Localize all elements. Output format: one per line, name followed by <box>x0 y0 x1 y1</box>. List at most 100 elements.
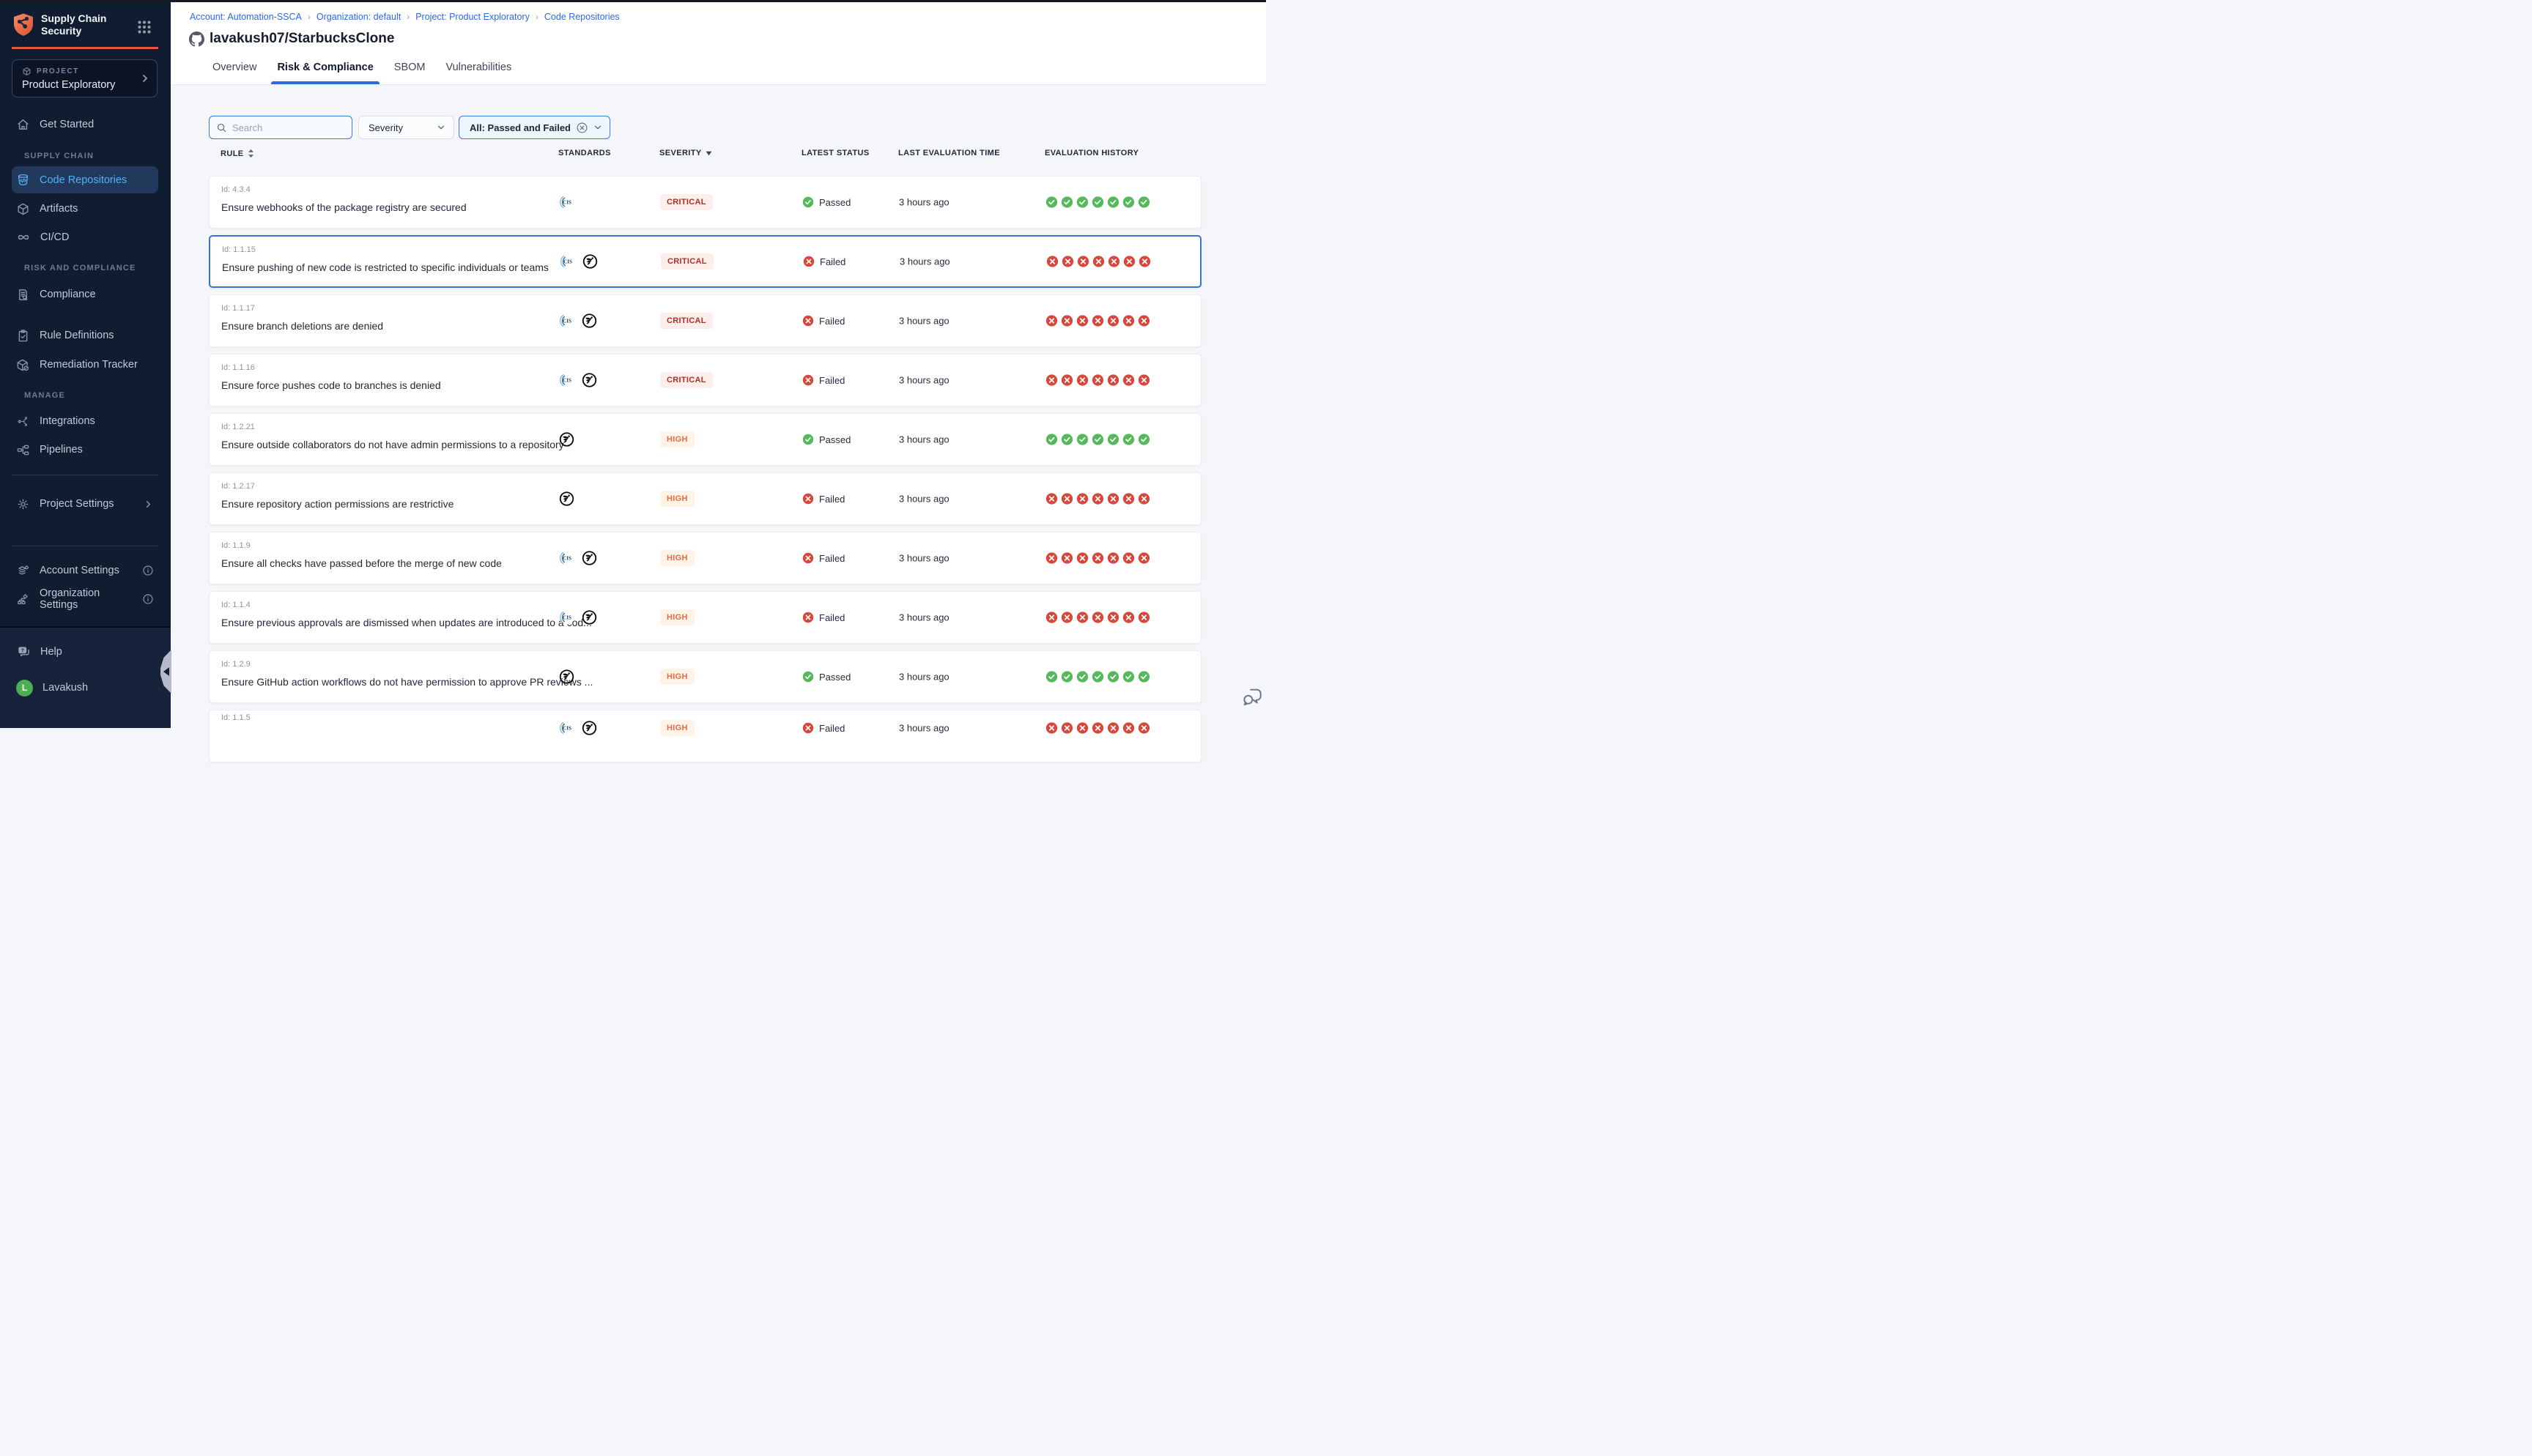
table-row[interactable]: Id: 1.1.5 CIS HIGH Failed 3 hours ago <box>209 710 1202 762</box>
table-row[interactable]: Id: 1.1.15 Ensure pushing of new code is… <box>209 235 1202 288</box>
status-label: Passed <box>819 197 851 208</box>
sidebar-user[interactable]: L Lavakush <box>12 675 158 700</box>
rule-cell: Id: 1.1.15 Ensure pushing of new code is… <box>222 245 549 273</box>
rule-id: Id: 1.2.17 <box>221 482 454 491</box>
tab-sbom[interactable]: SBOM <box>393 62 427 84</box>
sidebar-section-risk-and-compliance: RISK AND COMPLIANCE <box>24 264 136 272</box>
failed-x-icon <box>1076 612 1089 624</box>
passed-check-icon <box>1061 434 1073 446</box>
sidebar-item-integrations[interactable]: Integrations <box>12 409 158 434</box>
breadcrumb-account[interactable]: Account: Automation-SSCA <box>190 12 302 22</box>
sidebar-item-organization-settings[interactable]: Organization Settings <box>12 587 158 612</box>
passed-check-icon <box>1138 671 1150 683</box>
status-filter-dropdown[interactable]: All: Passed and Failed <box>459 116 610 139</box>
sidebar-item-label: Project Settings <box>40 498 114 510</box>
rule-id: Id: 1.1.15 <box>222 245 549 254</box>
sidebar-item-label: Compliance <box>40 289 96 300</box>
severity-filter-dropdown[interactable]: Severity <box>358 116 454 139</box>
sidebar-item-code-repositories[interactable]: Code Repositories <box>12 166 158 193</box>
sidebar-item-account-settings[interactable]: Account Settings <box>12 558 158 583</box>
cis-standard-icon: CIS <box>559 551 574 566</box>
sidebar-item-get-started[interactable]: Get Started <box>12 112 158 137</box>
sidebar-item-artifacts[interactable]: Artifacts <box>12 196 158 221</box>
cis-standard-icon: CIS <box>559 610 574 625</box>
severity-cell: HIGH <box>660 431 695 447</box>
passed-check-icon <box>1045 196 1058 209</box>
feedback-chat-icon[interactable] <box>1241 686 1263 708</box>
breadcrumb-separator: › <box>308 12 311 22</box>
sidebar-item-compliance[interactable]: Compliance <box>12 282 158 307</box>
passed-check-icon <box>1045 671 1058 683</box>
failed-x-icon <box>1108 256 1120 268</box>
column-header-severity[interactable]: SEVERITY <box>659 149 712 157</box>
table-row[interactable]: Id: 1.1.16 Ensure force pushes code to b… <box>209 354 1202 406</box>
chevron-right-icon <box>139 73 151 84</box>
sidebar-item-cicd[interactable]: CI/CD <box>12 225 158 250</box>
table-row[interactable]: Id: 1.1.4 Ensure previous approvals are … <box>209 591 1202 644</box>
sort-desc-icon[interactable] <box>706 151 712 156</box>
passed-check-icon <box>1076 671 1089 683</box>
evaluation-history-cell <box>1045 671 1150 683</box>
search-input[interactable] <box>232 122 342 133</box>
tab-vulnerabilities[interactable]: Vulnerabilities <box>444 62 513 84</box>
failed-x-icon <box>1046 256 1059 268</box>
failed-x-icon <box>1138 552 1150 565</box>
sidebar-item-pipelines[interactable]: Pipelines <box>12 437 158 462</box>
failed-x-icon <box>1107 722 1119 735</box>
rule-cell: Id: 1.2.9 Ensure GitHub action workflows… <box>221 660 593 688</box>
table-row[interactable]: Id: 1.1.17 Ensure branch deletions are d… <box>209 294 1202 347</box>
cis-standard-icon: CIS <box>559 313 574 329</box>
sidebar-item-label: CI/CD <box>40 231 69 243</box>
failed-x-icon <box>1123 256 1136 268</box>
svg-text:?: ? <box>21 647 24 653</box>
info-icon[interactable] <box>142 565 154 576</box>
infinity-icon <box>16 230 31 245</box>
sidebar-item-label: Pipelines <box>40 444 83 456</box>
evaluation-history-cell <box>1045 552 1150 565</box>
severity-cell: HIGH <box>660 491 695 507</box>
table-row[interactable]: Id: 1.2.17 Ensure repository action perm… <box>209 472 1202 525</box>
table-row[interactable]: Id: 1.2.9 Ensure GitHub action workflows… <box>209 650 1202 703</box>
tab-risk-and-compliance[interactable]: Risk & Compliance <box>275 62 374 84</box>
code-repository-icon <box>16 173 30 187</box>
evaluation-history-cell <box>1046 256 1151 268</box>
table-row[interactable]: Id: 1.2.21 Ensure outside collaborators … <box>209 413 1202 466</box>
failed-x-icon <box>802 612 814 623</box>
evaluation-history-cell <box>1045 196 1150 209</box>
sidebar-item-project-settings[interactable]: Project Settings <box>12 491 158 516</box>
failed-x-icon <box>1122 612 1135 624</box>
sort-both-icon[interactable] <box>248 149 254 158</box>
tab-overview[interactable]: Overview <box>211 62 258 84</box>
sidebar-item-label: Remediation Tracker <box>40 359 138 371</box>
breadcrumb-project[interactable]: Project: Product Exploratory <box>415 12 530 22</box>
failed-x-icon <box>803 256 815 267</box>
info-icon[interactable] <box>142 593 154 605</box>
table-row[interactable]: Id: 4.3.4 Ensure webhooks of the package… <box>209 176 1202 229</box>
passed-check-icon <box>1045 434 1058 446</box>
column-header-rule[interactable]: RULE <box>221 149 254 158</box>
app-switcher-grid-icon[interactable] <box>138 21 151 34</box>
sidebar-item-rule-definitions[interactable]: Rule Definitions <box>12 323 158 348</box>
breadcrumb-organization[interactable]: Organization: default <box>316 12 401 22</box>
last-evaluation-time-cell: 3 hours ago <box>899 494 949 505</box>
breadcrumb-separator: › <box>407 12 410 22</box>
sidebar-item-remediation-tracker[interactable]: Remediation Tracker <box>12 352 158 377</box>
table-header: RULE STANDARDS SEVERITY LATEST STATUS LA… <box>209 149 1202 163</box>
latest-status-cell: Failed <box>802 722 845 734</box>
failed-x-icon <box>1107 315 1119 327</box>
failed-x-icon <box>1138 612 1150 624</box>
status-label: Passed <box>819 672 851 683</box>
passed-check-icon <box>1076 434 1089 446</box>
failed-x-icon <box>1139 256 1151 268</box>
help-chat-icon: ? <box>16 645 31 659</box>
clear-filter-icon[interactable] <box>576 122 588 134</box>
evaluation-history-cell <box>1045 493 1150 505</box>
sidebar-item-help[interactable]: ? Help <box>12 639 158 664</box>
project-box-icon <box>22 67 32 76</box>
table-row[interactable]: Id: 1.1.9 Ensure all checks have passed … <box>209 532 1202 584</box>
cis-standard-icon: CIS <box>559 721 574 736</box>
project-selector[interactable]: PROJECT Product Exploratory <box>12 59 158 97</box>
failed-x-icon <box>1092 374 1104 387</box>
sidebar-item-label: Account Settings <box>40 565 119 576</box>
breadcrumb-page[interactable]: Code Repositories <box>544 12 620 22</box>
